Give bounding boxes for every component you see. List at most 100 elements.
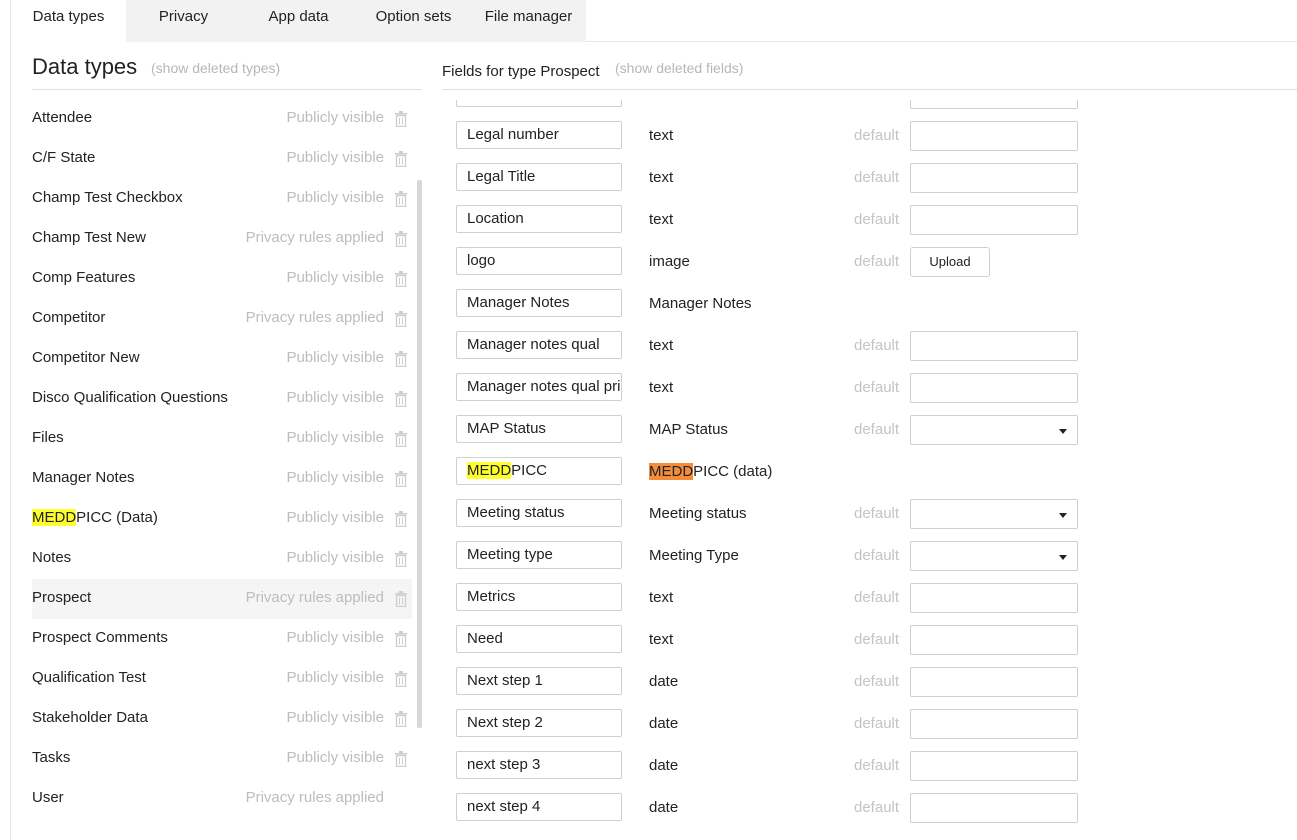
default-label: default: [854, 673, 900, 690]
tab-app-data[interactable]: App data: [241, 0, 356, 42]
field-type: date: [649, 715, 679, 732]
default-value-input[interactable]: [910, 100, 1078, 109]
default-value-dropdown[interactable]: [910, 415, 1078, 445]
field-name-input[interactable]: Metrics: [456, 583, 622, 611]
trash-icon[interactable]: [395, 431, 407, 448]
trash-icon[interactable]: [395, 671, 407, 688]
field-name-input[interactable]: Next step 2: [456, 709, 622, 737]
field-name-input[interactable]: Manager notes qual: [456, 331, 622, 359]
field-name-rest: PICC: [511, 462, 548, 479]
default-value-input[interactable]: [910, 709, 1078, 739]
trash-icon[interactable]: [395, 151, 407, 168]
default-label: default: [854, 379, 900, 396]
default-value-input[interactable]: [910, 121, 1078, 151]
trash-icon[interactable]: [395, 631, 407, 648]
data-type-row-user[interactable]: User Privacy rules applied: [32, 779, 412, 819]
default-label: default: [854, 589, 900, 606]
trash-icon[interactable]: [395, 191, 407, 208]
chevron-down-icon: [1059, 513, 1067, 518]
default-label: default: [854, 127, 900, 144]
data-type-row-tasks[interactable]: Tasks Publicly visible: [32, 739, 412, 779]
trash-icon[interactable]: [395, 271, 407, 288]
data-type-visibility: Publicly visible: [286, 709, 384, 726]
field-name-input[interactable]: Legal Title: [456, 163, 622, 191]
field-name-input[interactable]: Meeting type: [456, 541, 622, 569]
data-type-row-champ-test-checkbox[interactable]: Champ Test Checkbox Publicly visible: [32, 179, 412, 219]
data-type-row-competitor-new[interactable]: Competitor New Publicly visible: [32, 339, 412, 379]
field-name-input[interactable]: MEDDPICC: [456, 457, 622, 485]
field-type: text: [649, 169, 674, 186]
default-value-input[interactable]: [910, 583, 1078, 613]
trash-icon[interactable]: [395, 551, 407, 568]
data-type-row-comp-features[interactable]: Comp Features Publicly visible: [32, 259, 412, 299]
default-label: default: [854, 715, 900, 732]
field-name-input[interactable]: logo: [456, 247, 622, 275]
data-type-row-c-f-state[interactable]: C/F State Publicly visible: [32, 139, 412, 179]
trash-icon[interactable]: [395, 511, 407, 528]
data-type-row-stakeholder-data[interactable]: Stakeholder Data Publicly visible: [32, 699, 412, 739]
field-name-input[interactable]: Location: [456, 205, 622, 233]
default-value-input[interactable]: [910, 373, 1078, 403]
default-value-dropdown[interactable]: [910, 541, 1078, 571]
tab-data-types[interactable]: Data types: [11, 0, 126, 42]
data-type-visibility: Privacy rules applied: [245, 789, 384, 806]
default-value-input[interactable]: [910, 331, 1078, 361]
data-type-row-notes[interactable]: Notes Publicly visible: [32, 539, 412, 579]
default-value-input[interactable]: [910, 667, 1078, 697]
default-value-input[interactable]: [910, 751, 1078, 781]
data-type-name: Qualification Test: [32, 669, 146, 686]
field-name-input[interactable]: MAP Status: [456, 415, 622, 443]
trash-icon[interactable]: [395, 111, 407, 128]
field-name-input[interactable]: Next step 1: [456, 667, 622, 695]
trash-icon[interactable]: [395, 591, 407, 608]
type-list-scrollbar[interactable]: [417, 180, 422, 728]
field-type: text: [649, 211, 674, 228]
data-type-visibility: Publicly visible: [286, 669, 384, 686]
default-value-dropdown[interactable]: [910, 499, 1078, 529]
data-type-row-meddpicc-data[interactable]: MEDDPICC (Data) Publicly visible: [32, 499, 412, 539]
default-value-input[interactable]: [910, 163, 1078, 193]
data-type-name: Competitor: [32, 309, 106, 326]
show-deleted-fields-link[interactable]: (show deleted fields): [615, 60, 743, 76]
data-type-row-attendee[interactable]: Attendee Publicly visible: [32, 99, 412, 139]
default-value-input[interactable]: [910, 625, 1078, 655]
trash-icon[interactable]: [395, 711, 407, 728]
field-name-input[interactable]: Meeting status: [456, 499, 622, 527]
data-type-row-prospect[interactable]: Prospect Privacy rules applied: [32, 579, 412, 619]
field-name-input[interactable]: Legal number: [456, 121, 622, 149]
field-type: Meeting status: [649, 505, 747, 522]
field-name-input[interactable]: next step 4: [456, 793, 622, 821]
data-type-row-files[interactable]: Files Publicly visible: [32, 419, 412, 459]
data-type-row-champ-test-new[interactable]: Champ Test New Privacy rules applied: [32, 219, 412, 259]
data-type-visibility: Publicly visible: [286, 269, 384, 286]
data-type-row-prospect-comments[interactable]: Prospect Comments Publicly visible: [32, 619, 412, 659]
trash-icon[interactable]: [395, 471, 407, 488]
field-row-meeting-type: Meeting type Meeting Type default: [440, 535, 1297, 577]
field-name-input[interactable]: Legal Name: [456, 100, 622, 107]
trash-icon[interactable]: [395, 391, 407, 408]
data-type-row-competitor[interactable]: Competitor Privacy rules applied: [32, 299, 412, 339]
default-value-input[interactable]: [910, 793, 1078, 823]
data-type-name: Champ Test Checkbox: [32, 189, 183, 206]
field-name-input[interactable]: Manager Notes: [456, 289, 622, 317]
default-label: default: [854, 100, 899, 102]
trash-icon[interactable]: [395, 231, 407, 248]
data-type-row-manager-notes[interactable]: Manager Notes Publicly visible: [32, 459, 412, 499]
data-type-row-disco-qualification-questions[interactable]: Disco Qualification Questions Publicly vi…: [32, 379, 412, 419]
field-type: text: [649, 589, 674, 606]
default-label: default: [854, 799, 900, 816]
upload-button[interactable]: Upload: [910, 247, 990, 277]
tab-privacy[interactable]: Privacy: [126, 0, 241, 42]
field-name-input[interactable]: next step 3: [456, 751, 622, 779]
field-row-next-step-1: Next step 1 date default: [440, 661, 1297, 703]
show-deleted-types-link[interactable]: (show deleted types): [151, 60, 280, 76]
trash-icon[interactable]: [395, 311, 407, 328]
field-name-input[interactable]: Manager notes qual pric: [456, 373, 622, 401]
data-type-row-qualification-test[interactable]: Qualification Test Publicly visible: [32, 659, 412, 699]
trash-icon[interactable]: [395, 751, 407, 768]
field-name-input[interactable]: Need: [456, 625, 622, 653]
default-value-input[interactable]: [910, 205, 1078, 235]
tab-file-manager[interactable]: File manager: [471, 0, 586, 42]
trash-icon[interactable]: [395, 351, 407, 368]
tab-option-sets[interactable]: Option sets: [356, 0, 471, 42]
